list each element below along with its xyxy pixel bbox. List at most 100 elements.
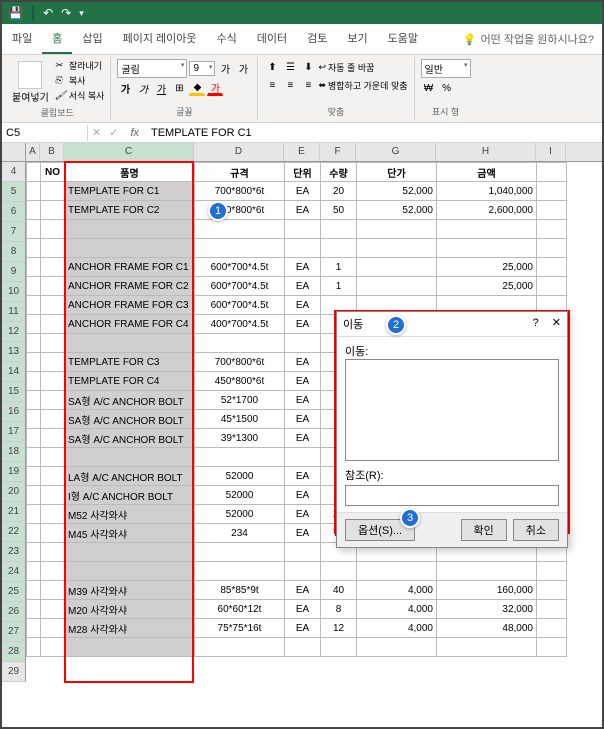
- cell[interactable]: 32,000: [437, 600, 537, 619]
- header-cell[interactable]: 수량: [321, 163, 357, 182]
- cell[interactable]: [41, 448, 65, 467]
- align-right-button[interactable]: ≡: [300, 77, 316, 93]
- percent-button[interactable]: %: [439, 80, 455, 96]
- cell[interactable]: [65, 334, 195, 353]
- cell[interactable]: [537, 277, 567, 296]
- tell-me[interactable]: 💡 어떤 작업을 원하시나요?: [463, 24, 602, 54]
- cell[interactable]: 20: [321, 182, 357, 201]
- cell[interactable]: EA: [285, 372, 321, 391]
- cell[interactable]: [357, 638, 437, 657]
- cell[interactable]: [41, 524, 65, 543]
- number-format-combo[interactable]: 일반: [421, 59, 471, 78]
- cell[interactable]: [41, 372, 65, 391]
- undo-icon[interactable]: ↶: [43, 6, 53, 20]
- cell[interactable]: M20 사각와샤: [65, 600, 195, 619]
- cell[interactable]: [357, 277, 437, 296]
- cell[interactable]: [27, 562, 41, 581]
- cell[interactable]: [195, 638, 285, 657]
- cell[interactable]: EA: [285, 315, 321, 334]
- cell[interactable]: 450*800*6t: [195, 372, 285, 391]
- cell[interactable]: [537, 220, 567, 239]
- formula-input[interactable]: TEMPLATE FOR C1: [147, 125, 602, 141]
- cell[interactable]: [437, 220, 537, 239]
- cell[interactable]: [41, 619, 65, 638]
- cell[interactable]: [41, 353, 65, 372]
- cell[interactable]: [195, 334, 285, 353]
- cell[interactable]: [41, 505, 65, 524]
- cell[interactable]: 4,000: [357, 619, 437, 638]
- row-header[interactable]: 28: [2, 642, 26, 662]
- cell[interactable]: 52000: [195, 505, 285, 524]
- cell[interactable]: [195, 562, 285, 581]
- cell[interactable]: [437, 239, 537, 258]
- cell[interactable]: [285, 562, 321, 581]
- cell[interactable]: 52000: [195, 467, 285, 486]
- cell[interactable]: SA형 A/C ANCHOR BOLT: [65, 429, 195, 448]
- cell[interactable]: TEMPLATE FOR C3: [65, 353, 195, 372]
- dialog-reference-input[interactable]: [345, 485, 559, 506]
- col-header-G[interactable]: G: [356, 143, 436, 161]
- row-header[interactable]: 24: [2, 562, 26, 582]
- col-header-E[interactable]: E: [284, 143, 320, 161]
- cell[interactable]: [437, 562, 537, 581]
- cell[interactable]: 52,000: [357, 182, 437, 201]
- table-row[interactable]: [27, 220, 567, 239]
- cell[interactable]: 39*1300: [195, 429, 285, 448]
- cell[interactable]: M45 사각와샤: [65, 524, 195, 543]
- copy-button[interactable]: ⎘복사: [55, 74, 105, 87]
- cell[interactable]: 1: [321, 258, 357, 277]
- cell[interactable]: ANCHOR FRAME FOR C1: [65, 258, 195, 277]
- cell[interactable]: 52000: [195, 486, 285, 505]
- cell[interactable]: [537, 182, 567, 201]
- bold-button[interactable]: 가: [117, 80, 133, 96]
- cell[interactable]: [27, 524, 41, 543]
- table-row[interactable]: [27, 638, 567, 657]
- align-top-button[interactable]: ⬆: [264, 59, 280, 75]
- cell[interactable]: 40: [321, 581, 357, 600]
- cell[interactable]: [357, 220, 437, 239]
- cell[interactable]: [41, 543, 65, 562]
- cell[interactable]: [285, 638, 321, 657]
- cell[interactable]: [27, 410, 41, 429]
- align-middle-button[interactable]: ☰: [282, 59, 298, 75]
- cell[interactable]: 25,000: [437, 258, 537, 277]
- cell[interactable]: EA: [285, 296, 321, 315]
- cell[interactable]: [195, 448, 285, 467]
- cancel-formula-icon[interactable]: ✕: [88, 126, 105, 139]
- row-header[interactable]: 11: [2, 302, 26, 322]
- col-header-C[interactable]: C: [64, 143, 194, 161]
- redo-icon[interactable]: ↷: [61, 6, 71, 20]
- row-header[interactable]: 9: [2, 262, 26, 282]
- cell[interactable]: [321, 239, 357, 258]
- row-header[interactable]: 26: [2, 602, 26, 622]
- cell[interactable]: [27, 429, 41, 448]
- table-row[interactable]: TEMPLATE FOR C2700*800*6tEA5052,0002,600…: [27, 201, 567, 220]
- currency-button[interactable]: ₩: [421, 80, 437, 96]
- header-cell[interactable]: 단가: [357, 163, 437, 182]
- cell[interactable]: EA: [285, 182, 321, 201]
- cell[interactable]: EA: [285, 391, 321, 410]
- font-name-combo[interactable]: 굴림: [117, 59, 187, 78]
- cell[interactable]: [357, 239, 437, 258]
- cell[interactable]: 600*700*4.5t: [195, 296, 285, 315]
- cut-button[interactable]: ✂잘라내기: [55, 59, 105, 72]
- cell[interactable]: [27, 334, 41, 353]
- cell[interactable]: [537, 562, 567, 581]
- font-size-combo[interactable]: 9: [189, 61, 215, 76]
- cell[interactable]: [285, 543, 321, 562]
- cell[interactable]: [27, 372, 41, 391]
- cell[interactable]: 85*85*9t: [195, 581, 285, 600]
- cell[interactable]: [537, 258, 567, 277]
- cell[interactable]: EA: [285, 505, 321, 524]
- dialog-ok-button[interactable]: 확인: [461, 519, 507, 541]
- cell[interactable]: [285, 220, 321, 239]
- header-cell[interactable]: 품명: [65, 163, 195, 182]
- table-row[interactable]: [27, 562, 567, 581]
- col-header-B[interactable]: B: [40, 143, 64, 161]
- cell[interactable]: [537, 201, 567, 220]
- tab-review[interactable]: 검토: [297, 24, 337, 54]
- cell[interactable]: [41, 258, 65, 277]
- cell[interactable]: [41, 391, 65, 410]
- cell[interactable]: 4,000: [357, 581, 437, 600]
- cell[interactable]: [27, 391, 41, 410]
